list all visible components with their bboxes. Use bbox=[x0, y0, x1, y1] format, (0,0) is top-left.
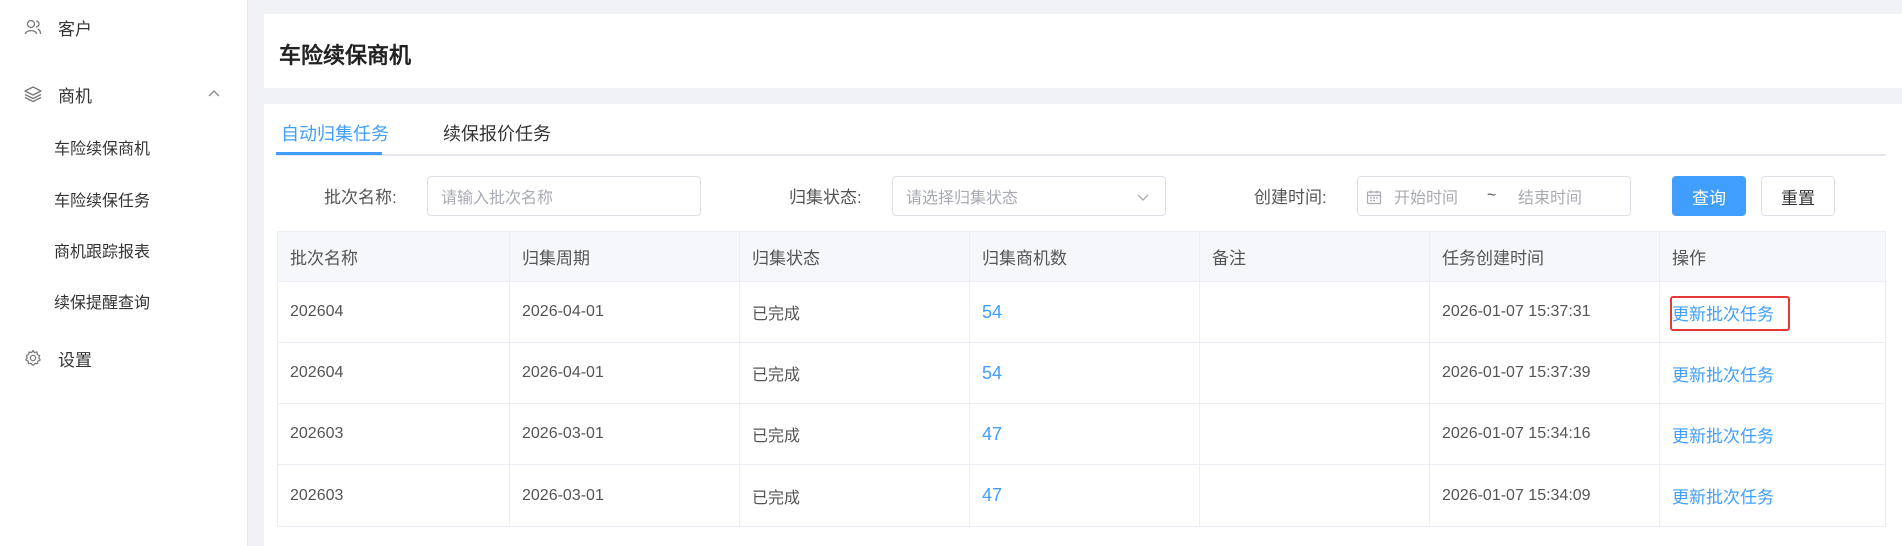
tab-bar: 自动归集任务 续保报价任务 bbox=[276, 104, 1886, 156]
count-cell: 54 bbox=[970, 343, 1200, 403]
sidebar-item-renewal-opportunities[interactable]: 车险续保商机 bbox=[0, 129, 248, 165]
status-cell: 已完成 bbox=[740, 465, 970, 526]
count-link[interactable]: 54 bbox=[982, 363, 1002, 384]
period-cell: 2026-04-01 bbox=[510, 282, 740, 342]
status-cell: 已完成 bbox=[740, 343, 970, 403]
chevron-down-icon bbox=[1137, 194, 1149, 201]
user-icon bbox=[24, 19, 42, 35]
chevron-up-icon[interactable] bbox=[207, 87, 221, 101]
tab-renewal-quote[interactable]: 续保报价任务 bbox=[443, 120, 551, 146]
column-header: 批次名称 bbox=[278, 232, 510, 281]
batch-name-cell: 202603 bbox=[278, 404, 510, 464]
column-header: 归集商机数 bbox=[970, 232, 1200, 281]
range-separator: ~ bbox=[1487, 187, 1497, 204]
update-batch-task-link[interactable]: 更新批次任务 bbox=[1672, 483, 1774, 508]
main-panel: 自动归集任务 续保报价任务 批次名称: 请输入批次名称 归集状态: 请选择归集状… bbox=[264, 104, 1902, 546]
sidebar-item-opportunities[interactable]: 商机 bbox=[0, 74, 248, 114]
column-header: 任务创建时间 bbox=[1430, 232, 1660, 281]
update-batch-task-link[interactable]: 更新批次任务 bbox=[1672, 361, 1774, 386]
count-link[interactable]: 54 bbox=[982, 302, 1002, 323]
action-cell: 更新批次任务 bbox=[1660, 404, 1887, 464]
sidebar-item-renewal-reminder[interactable]: 续保提醒查询 bbox=[0, 283, 248, 319]
batch-name-cell: 202604 bbox=[278, 343, 510, 403]
created-time-cell: 2026-01-07 15:37:39 bbox=[1430, 343, 1660, 403]
status-cell: 已完成 bbox=[740, 282, 970, 342]
column-header: 备注 bbox=[1200, 232, 1430, 281]
column-header: 操作 bbox=[1672, 249, 1706, 268]
column-header: 归集周期 bbox=[510, 232, 740, 281]
sidebar-item-label: 设置 bbox=[58, 350, 92, 370]
created-time-cell: 2026-01-07 15:34:09 bbox=[1430, 465, 1660, 526]
batch-name-cell: 202604 bbox=[278, 282, 510, 342]
reset-button[interactable]: 重置 bbox=[1761, 176, 1835, 216]
tab-active-indicator bbox=[276, 152, 382, 155]
update-batch-task-link[interactable]: 更新批次任务 bbox=[1672, 422, 1774, 447]
status-select[interactable]: 请选择归集状态 bbox=[892, 176, 1166, 216]
count-cell: 47 bbox=[970, 465, 1200, 526]
created-time-cell: 2026-01-07 15:34:16 bbox=[1430, 404, 1660, 464]
start-time-input[interactable]: 开始时间 bbox=[1394, 184, 1458, 208]
sidebar-item-renewal-tasks[interactable]: 车险续保任务 bbox=[0, 181, 248, 217]
batch-name-label: 批次名称: bbox=[324, 188, 397, 207]
action-cell: 更新批次任务 bbox=[1660, 282, 1887, 342]
table-row: 202604 2026-04-01 已完成 54 2026-01-07 15:3… bbox=[278, 282, 1885, 343]
count-cell: 54 bbox=[970, 282, 1200, 342]
page-header: 车险续保商机 bbox=[264, 14, 1902, 88]
note-cell bbox=[1200, 404, 1430, 464]
column-header: 归集状态 bbox=[740, 232, 970, 281]
page-title: 车险续保商机 bbox=[279, 43, 412, 68]
sidebar: 客户 商机 车险续保商机 车险续保任务 商机跟踪报表 续保提醒查询 设置 bbox=[0, 0, 248, 546]
created-time-cell: 2026-01-07 15:37:31 bbox=[1430, 282, 1660, 342]
sidebar-item-label: 商机跟踪报表 bbox=[54, 244, 151, 261]
status-placeholder: 请选择归集状态 bbox=[906, 190, 1019, 207]
status-label: 归集状态: bbox=[789, 188, 862, 207]
created-time-range[interactable]: 开始时间 ~ 结束时间 bbox=[1357, 176, 1631, 216]
created-time-label: 创建时间: bbox=[1254, 188, 1327, 207]
gear-icon bbox=[25, 349, 41, 366]
sidebar-item-settings[interactable]: 设置 bbox=[0, 338, 248, 378]
status-cell: 已完成 bbox=[740, 404, 970, 464]
query-button[interactable]: 查询 bbox=[1672, 176, 1746, 216]
batch-name-placeholder: 请输入批次名称 bbox=[441, 190, 554, 207]
layers-icon bbox=[24, 86, 42, 103]
task-table: 批次名称 归集周期 归集状态 归集商机数 备注 任务创建时间 操作 202604… bbox=[277, 231, 1886, 527]
batch-name-input[interactable]: 请输入批次名称 bbox=[427, 176, 701, 216]
sidebar-item-label: 车险续保商机 bbox=[54, 141, 151, 158]
period-cell: 2026-04-01 bbox=[510, 343, 740, 403]
table-header: 批次名称 归集周期 归集状态 归集商机数 备注 任务创建时间 操作 bbox=[278, 232, 1885, 282]
action-cell: 更新批次任务 bbox=[1660, 343, 1887, 403]
note-cell bbox=[1200, 282, 1430, 342]
table-row: 202603 2026-03-01 已完成 47 2026-01-07 15:3… bbox=[278, 404, 1885, 465]
count-cell: 47 bbox=[970, 404, 1200, 464]
table-row: 202604 2026-04-01 已完成 54 2026-01-07 15:3… bbox=[278, 343, 1885, 404]
period-cell: 2026-03-01 bbox=[510, 465, 740, 526]
note-cell bbox=[1200, 343, 1430, 403]
sidebar-item-tracking-report[interactable]: 商机跟踪报表 bbox=[0, 232, 248, 268]
sidebar-item-label: 客户 bbox=[58, 19, 92, 39]
table-row: 202603 2026-03-01 已完成 47 2026-01-07 15:3… bbox=[278, 465, 1885, 526]
tab-auto-collect[interactable]: 自动归集任务 bbox=[281, 120, 389, 146]
note-cell bbox=[1200, 465, 1430, 526]
batch-name-cell: 202603 bbox=[278, 465, 510, 526]
count-link[interactable]: 47 bbox=[982, 485, 1002, 506]
action-cell: 更新批次任务 bbox=[1660, 465, 1887, 526]
sidebar-item-customers[interactable]: 客户 bbox=[0, 7, 248, 47]
end-time-input[interactable]: 结束时间 bbox=[1518, 184, 1582, 208]
count-link[interactable]: 47 bbox=[982, 424, 1002, 445]
calendar-icon bbox=[1366, 190, 1382, 205]
sidebar-item-label: 商机 bbox=[58, 86, 92, 106]
sidebar-item-label: 车险续保任务 bbox=[54, 193, 151, 210]
update-batch-task-link[interactable]: 更新批次任务 bbox=[1672, 300, 1774, 325]
period-cell: 2026-03-01 bbox=[510, 404, 740, 464]
sidebar-item-label: 续保提醒查询 bbox=[54, 295, 151, 312]
